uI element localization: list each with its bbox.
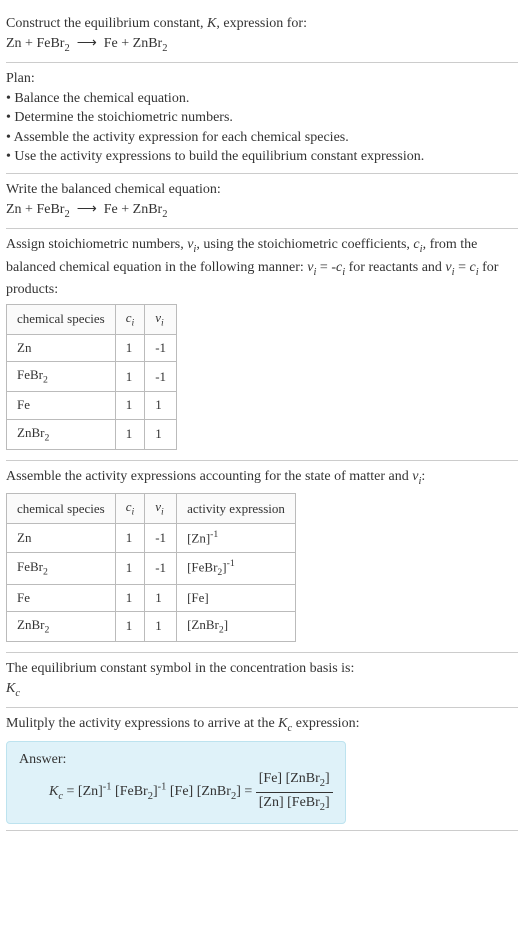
cell-vi: 1 [145, 419, 177, 449]
cell-species: Fe [7, 392, 116, 419]
plan-heading: Plan: [6, 69, 518, 89]
stoich-table: chemical species ci νi Zn1-1 FeBr21-1 Fe… [6, 304, 177, 450]
balanced-reaction: Zn + FeBr2 ⟶ Fe + ZnBr2 [6, 200, 518, 222]
cell-species: Zn [7, 334, 116, 361]
cell-species: FeBr2 [7, 553, 116, 585]
col-expr: activity expression [177, 494, 296, 524]
plan-item-text: Determine the stoichiometric numbers. [14, 110, 233, 125]
table-header-row: chemical species ci νi activity expressi… [7, 494, 296, 524]
cell-ci: 1 [115, 524, 145, 553]
col-species: chemical species [7, 494, 116, 524]
plan-item-text: Balance the chemical equation. [14, 91, 189, 106]
cell-vi: -1 [145, 362, 177, 392]
cell-expr: [ZnBr2] [177, 611, 296, 641]
cell-vi: -1 [145, 334, 177, 361]
answer-box: Answer: Kc = [Zn]-1 [FeBr2]-1 [Fe] [ZnBr… [6, 741, 346, 825]
table-row: Fe11[Fe] [7, 584, 296, 611]
table-row: ZnBr211 [7, 419, 177, 449]
col-ci: ci [115, 494, 145, 524]
cell-ci: 1 [115, 553, 145, 585]
cell-vi: -1 [145, 524, 177, 553]
multiply-text: Mulitply the activity expressions to arr… [6, 714, 518, 736]
cell-vi: 1 [145, 611, 177, 641]
cell-vi: 1 [145, 392, 177, 419]
cell-ci: 1 [115, 334, 145, 361]
table-row: Zn1-1 [7, 334, 177, 361]
table-row: FeBr21-1 [7, 362, 177, 392]
cell-expr: [Zn]-1 [177, 524, 296, 553]
balanced-section: Write the balanced chemical equation: Zn… [6, 174, 518, 229]
prompt-section: Construct the equilibrium constant, K, e… [6, 8, 518, 63]
cell-species: ZnBr2 [7, 611, 116, 641]
cell-ci: 1 [115, 362, 145, 392]
cell-species: FeBr2 [7, 362, 116, 392]
activity-text: Assemble the activity expressions accoun… [6, 467, 518, 489]
cell-ci: 1 [115, 419, 145, 449]
col-vi: νi [145, 304, 177, 334]
cell-ci: 1 [115, 392, 145, 419]
table-row: Zn1-1[Zn]-1 [7, 524, 296, 553]
assign-text: Assign stoichiometric numbers, νi, using… [6, 235, 518, 300]
symbol-value: Kc [6, 679, 518, 701]
plan-section: Plan: • Balance the chemical equation. •… [6, 63, 518, 174]
cell-expr: [FeBr2]-1 [177, 553, 296, 585]
table-row: FeBr21-1[FeBr2]-1 [7, 553, 296, 585]
prompt-line1: Construct the equilibrium constant, K, e… [6, 14, 518, 34]
activity-section: Assemble the activity expressions accoun… [6, 461, 518, 653]
answer-label: Answer: [19, 750, 333, 770]
frac-numerator: [Fe] [ZnBr2] [256, 769, 333, 792]
cell-ci: 1 [115, 611, 145, 641]
plan-item: • Determine the stoichiometric numbers. [6, 108, 518, 128]
cell-species: Zn [7, 524, 116, 553]
balanced-heading: Write the balanced chemical equation: [6, 180, 518, 200]
plan-item-text: Use the activity expressions to build th… [14, 149, 424, 164]
cell-expr: [Fe] [177, 584, 296, 611]
prompt-reaction: Zn + FeBr2 ⟶ Fe + ZnBr2 [6, 34, 518, 56]
cell-vi: 1 [145, 584, 177, 611]
col-ci: ci [115, 304, 145, 334]
col-vi: νi [145, 494, 177, 524]
answer-equation: Kc = [Zn]-1 [FeBr2]-1 [Fe] [ZnBr2] = [Fe… [49, 769, 333, 815]
col-species: chemical species [7, 304, 116, 334]
plan-item: • Balance the chemical equation. [6, 89, 518, 109]
table-row: ZnBr211[ZnBr2] [7, 611, 296, 641]
cell-ci: 1 [115, 584, 145, 611]
assign-section: Assign stoichiometric numbers, νi, using… [6, 229, 518, 461]
table-row: Fe11 [7, 392, 177, 419]
answer-fraction: [Fe] [ZnBr2] [Zn] [FeBr2] [256, 769, 333, 815]
symbol-section: The equilibrium constant symbol in the c… [6, 653, 518, 708]
plan-item-text: Assemble the activity expression for eac… [14, 130, 349, 145]
cell-species: Fe [7, 584, 116, 611]
symbol-text: The equilibrium constant symbol in the c… [6, 659, 518, 679]
frac-denominator: [Zn] [FeBr2] [256, 793, 333, 815]
cell-vi: -1 [145, 553, 177, 585]
table-header-row: chemical species ci νi [7, 304, 177, 334]
multiply-section: Mulitply the activity expressions to arr… [6, 708, 518, 831]
cell-species: ZnBr2 [7, 419, 116, 449]
plan-item: • Assemble the activity expression for e… [6, 128, 518, 148]
activity-table: chemical species ci νi activity expressi… [6, 493, 296, 642]
plan-item: • Use the activity expressions to build … [6, 147, 518, 167]
